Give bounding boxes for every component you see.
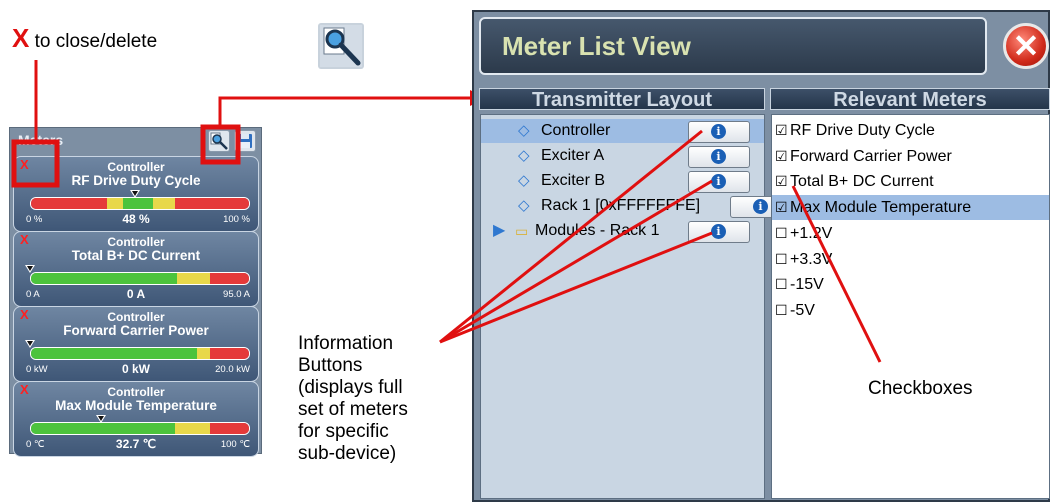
close-highlight-box [11,139,60,188]
info-icon: i [753,199,768,214]
meter-list-item[interactable]: ☑ Forward Carrier Power [772,144,1049,169]
device-diamond-icon: ◇ [518,172,530,189]
meter-list-item[interactable]: ☑ Max Module Temperature [772,195,1049,221]
relevant-meters-list: ☑ RF Drive Duty Cycle ☑ Forward Carrier Pow… [771,114,1050,499]
unchecked-checkbox[interactable]: ☐ [775,298,788,323]
layout-item[interactable]: ◇ Exciter B i [481,169,764,193]
zoom-arrow-line [218,96,470,127]
meter-list-label: Max Module Temperature [790,199,972,217]
meter-list-label: -5V [790,301,815,319]
close-icon: ✕ [1012,28,1040,64]
info-annotation-line-6: sub-device) [298,443,397,464]
expand-arrow-icon[interactable]: ▶ [493,219,505,243]
meter-list-label: +1.2V [790,224,833,242]
transmitter-layout-header: Transmitter Layout [479,88,765,111]
info-button[interactable]: i [688,221,750,243]
checked-checkbox[interactable]: ☑ [775,169,788,194]
device-diamond-icon: ◇ [518,197,530,214]
layout-item-label: Exciter B [541,172,606,189]
layout-item-label: Controller [541,122,611,139]
meter-list-item[interactable]: ☑ RF Drive Duty Cycle [772,118,1049,143]
checked-checkbox[interactable]: ☑ [775,195,788,220]
layout-item[interactable]: ◇ Rack 1 [0xFFFFFFFE] i [481,194,792,218]
meter-list-item[interactable]: ☐ +1.2V [772,221,1049,246]
info-annotation-line-1: Information [298,333,394,354]
view-title: Meter List View [502,31,691,61]
view-title-bar: Meter List View [479,17,987,75]
meter-list-label: -15V [790,276,824,294]
info-annotation-line-2: Buttons [298,355,363,376]
unchecked-checkbox[interactable]: ☐ [775,221,788,246]
info-button[interactable]: i [688,121,750,143]
info-button[interactable]: i [688,171,750,193]
layout-item[interactable]: ◇ Exciter A i [481,144,764,168]
unchecked-checkbox[interactable]: ☐ [775,247,788,272]
zoom-highlight-box [200,124,241,165]
layout-item-label: Exciter A [541,147,605,164]
meter-list-label: Total B+ DC Current [790,173,934,191]
info-icon: i [711,149,726,164]
info-icon: i [711,224,726,239]
info-icon: i [711,124,726,139]
transmitter-layout-list: ◇ Controller i ◇ Exciter A i ◇ Exciter B i ◇ Rack … [480,114,792,499]
meter-list-item[interactable]: ☐ -5V [772,298,1049,323]
layout-item[interactable]: ▶ ▭ Modules - Rack 1 i [481,219,764,243]
layout-item-label: Rack 1 [0xFFFFFFFE] [541,197,701,214]
relevant-meters-header: Relevant Meters [770,88,1050,111]
device-diamond-icon: ◇ [518,147,530,164]
checked-checkbox[interactable]: ☑ [775,144,788,169]
layout-item-label: Modules - Rack 1 [535,222,660,239]
info-annotation-line-3: (displays full [298,377,403,398]
meter-list-label: +3.3V [790,250,833,268]
meter-list-item[interactable]: ☑ Total B+ DC Current [772,169,1049,194]
layout-item[interactable]: ◇ Controller i [481,119,764,143]
info-annotation-line-4: set of meters [298,399,408,420]
meter-list-item[interactable]: ☐ -15V [772,272,1049,297]
device-diamond-icon: ◇ [518,122,530,139]
close-button[interactable]: ✕ [1003,23,1049,69]
meter-list-label: Forward Carrier Power [790,147,952,165]
meter-list-label: RF Drive Duty Cycle [790,122,935,139]
info-buttons-annotation: Information Buttons (displays full set o… [298,333,468,465]
meter-list-item[interactable]: ☐ +3.3V [772,247,1049,272]
info-icon: i [711,174,726,189]
checked-checkbox[interactable]: ☑ [775,118,788,143]
unchecked-checkbox[interactable]: ☐ [775,272,788,297]
checkboxes-annotation: Checkboxes [868,378,973,399]
info-annotation-line-5: for specific [298,421,389,442]
info-button[interactable]: i [688,146,750,168]
folder-icon: ▭ [515,223,529,239]
